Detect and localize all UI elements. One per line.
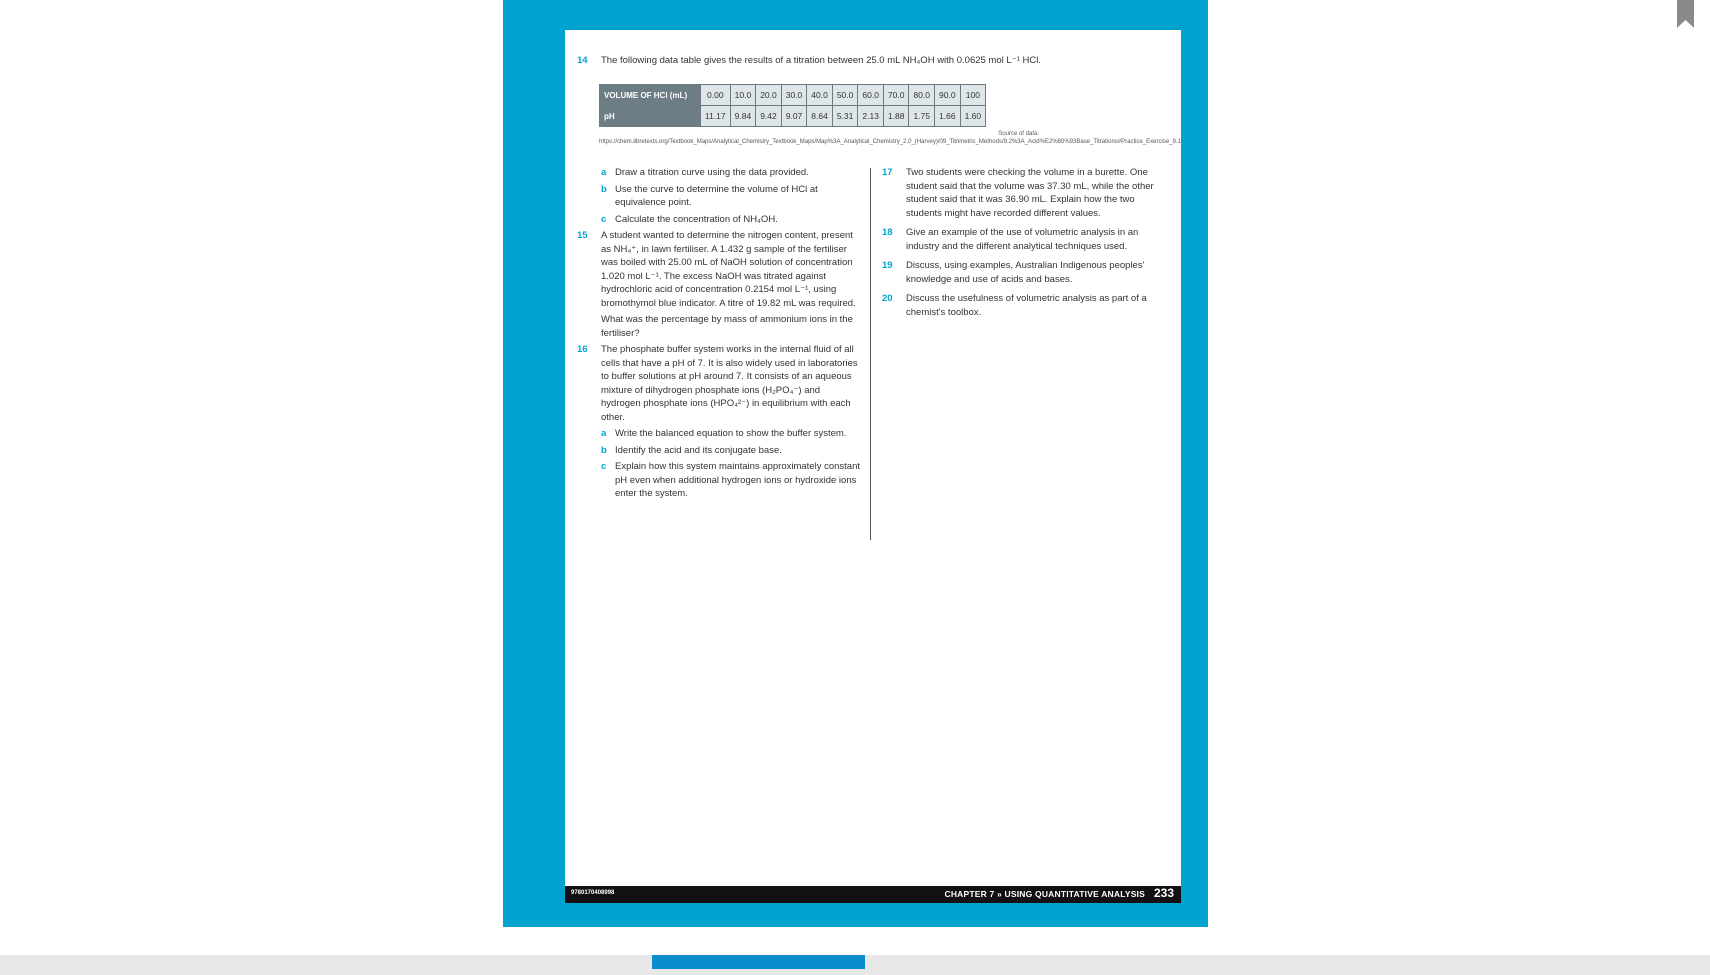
table-cell: 0.00 [700,84,731,106]
question-number: 17 [882,167,893,178]
table-cell: 50.0 [831,84,859,106]
question-text: A student wanted to determine the nitrog… [601,230,856,309]
question-16: 16 The phosphate buffer system works in … [577,343,862,424]
table-cell: 100 [959,84,987,106]
table-cell: 11.17 [700,105,731,127]
part-letter: b [601,183,607,195]
question-text: Two students were checking the volume in… [906,167,1154,219]
table-cell: 1.75 [908,105,936,127]
table-cell: 5.31 [831,105,859,127]
question-part: b Use the curve to determine the volume … [577,183,862,210]
table-cell: 9.42 [755,105,782,127]
question-text: Discuss the usefulness of volumetric ana… [906,293,1147,318]
question-14: 14 The following data table gives the res… [577,55,1169,67]
table-cell: 9.84 [729,105,757,127]
left-column: a Draw a titration curve using the data … [577,166,862,504]
table-cell: 20.0 [755,84,782,106]
table-cell: 1.60 [959,105,987,127]
part-text: Write the balanced equation to show the … [615,428,847,439]
question-part: a Draw a titration curve using the data … [577,166,862,180]
table-cell: 10.0 [729,84,757,106]
part-text: Use the curve to determine the volume of… [615,183,818,209]
question-number: 16 [577,344,588,355]
question-text: The phosphate buffer system works in the… [601,344,858,423]
table-cell: 60.0 [857,84,884,106]
page-footer: 9780170408998 CHAPTER 7 » USING QUANTITA… [565,886,1181,903]
question-20: 20 Discuss the usefulness of volumetric … [882,292,1162,319]
question-text: Give an example of the use of volumetric… [906,227,1139,252]
right-column: 17 Two students were checking the volume… [882,166,1162,322]
part-letter: b [601,444,607,456]
chapter-title: CHAPTER 7 » USING QUANTITATIVE ANALYSIS [944,889,1145,899]
part-text: Calculate the concentration of NH₄OH. [615,213,778,225]
part-text: Identify the acid and its conjugate base… [615,444,782,456]
table-cell: 80.0 [908,84,936,106]
question-part: b Identify the acid and its conjugate ba… [577,444,862,458]
table-row: VOLUME OF HCl (mL) 0.00 10.0 20.0 30.0 4… [599,84,987,106]
part-letter: a [601,428,607,439]
isbn-text: 9780170408998 [571,890,615,896]
page-number: 233 [1153,886,1174,900]
table-cell: 8.64 [806,105,833,127]
horizontal-scrollbar-thumb[interactable] [652,955,865,969]
part-letter: c [601,213,607,225]
question-number: 20 [882,293,893,304]
question-text: Discuss, using examples, Australian Indi… [906,260,1145,285]
table-cell: 70.0 [882,84,910,106]
table-cell: 1.88 [882,105,910,127]
question-text: The following data table gives the resul… [601,55,1041,66]
document-page: 14 The following data table gives the res… [565,30,1181,903]
table-cell: 1.66 [934,105,961,127]
table-cell: 30.0 [780,84,808,106]
question-number: 18 [882,227,893,238]
question-number: 14 [577,55,588,66]
table-header-cell: pH [599,105,701,127]
question-19: 19 Discuss, using examples, Australian I… [882,259,1162,286]
question-17: 17 Two students were checking the volume… [882,166,1162,220]
question-part: c Calculate the concentration of NH₄OH. [577,213,862,227]
question-part: c Explain how this system maintains appr… [577,460,862,501]
table-cell: 2.13 [857,105,884,127]
part-letter: a [601,167,607,178]
table-source: Source of data: https://chem.libretexts.… [599,131,1181,145]
table-row: pH 11.17 9.84 9.42 9.07 8.64 5.31 2.13 1… [599,105,987,127]
table-cell: 9.07 [780,105,808,127]
part-text: Draw a titration curve using the data pr… [615,167,809,178]
question-part: a Write the balanced equation to show th… [577,427,862,441]
part-letter: c [601,461,607,472]
table-header-cell: VOLUME OF HCl (mL) [599,84,701,106]
table-cell: 40.0 [806,84,833,106]
question-number: 19 [882,260,893,271]
titration-table: VOLUME OF HCl (mL) 0.00 10.0 20.0 30.0 4… [599,84,987,127]
question-number: 15 [577,230,588,241]
part-text: Explain how this system maintains approx… [615,461,861,499]
question-15: 15 A student wanted to determine the nit… [577,229,862,310]
question-18: 18 Give an example of the use of volumet… [882,226,1162,253]
table-cell: 90.0 [934,84,961,106]
column-divider [870,168,871,540]
question-text: What was the percentage by mass of ammon… [601,314,853,339]
bookmark-icon[interactable] [1677,0,1694,28]
